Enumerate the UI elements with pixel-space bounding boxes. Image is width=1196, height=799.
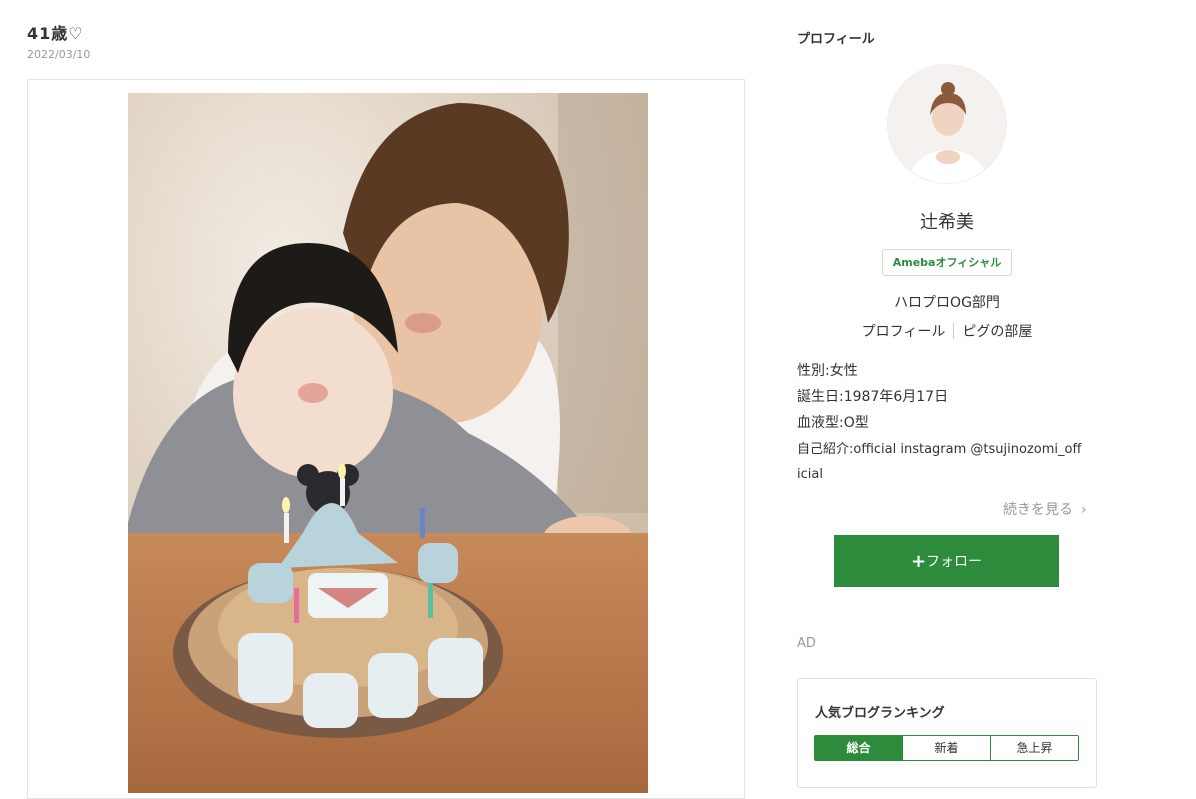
- tab-rising[interactable]: 急上昇: [990, 736, 1078, 760]
- follow-label: フォロー: [926, 554, 983, 570]
- link-divider: [953, 323, 955, 339]
- birthday-photo: [128, 93, 648, 793]
- tab-overall[interactable]: 総合: [815, 736, 902, 760]
- profile-name[interactable]: 辻希美: [797, 208, 1097, 234]
- gender-info: 性別:女性: [797, 363, 858, 379]
- ranking-widget: 人気ブログランキング 総合 新着 急上昇: [797, 678, 1097, 788]
- intro-line-1: 自己紹介:official instagram @tsujinozomi_off: [797, 442, 1082, 457]
- profile-link[interactable]: プロフィール: [862, 324, 946, 340]
- ranking-tabs: 総合 新着 急上昇: [814, 735, 1079, 761]
- plus-icon: +: [910, 551, 927, 572]
- blood-type-info: 血液型:O型: [797, 415, 869, 431]
- post-title[interactable]: 41歳♡: [27, 20, 84, 44]
- post-photo[interactable]: [128, 93, 648, 793]
- read-more-link[interactable]: 続きを見る ›: [1003, 499, 1087, 519]
- intro-line-2: icial: [797, 467, 823, 482]
- birthday-info: 誕生日:1987年6月17日: [797, 389, 949, 405]
- profile-avatar[interactable]: [887, 64, 1007, 184]
- pigg-room-link[interactable]: ピグの部屋: [962, 324, 1032, 340]
- profile-links: プロフィール ピグの部屋: [797, 321, 1097, 341]
- ranking-title: 人気ブログランキング: [815, 706, 945, 721]
- avatar-image: [888, 65, 1006, 183]
- read-more-label: 続きを見る: [1003, 502, 1073, 518]
- ad-label: AD: [797, 636, 816, 651]
- profile-heading: プロフィール: [797, 32, 875, 47]
- post-date: 2022/03/10: [27, 48, 91, 61]
- genre-link[interactable]: ハロプロOG部門: [797, 292, 1097, 312]
- chevron-right-icon: ›: [1081, 502, 1087, 518]
- post-body: [27, 79, 745, 799]
- tab-new[interactable]: 新着: [902, 736, 990, 760]
- follow-button[interactable]: +フォロー: [834, 535, 1059, 587]
- official-badge: Amebaオフィシャル: [882, 249, 1012, 276]
